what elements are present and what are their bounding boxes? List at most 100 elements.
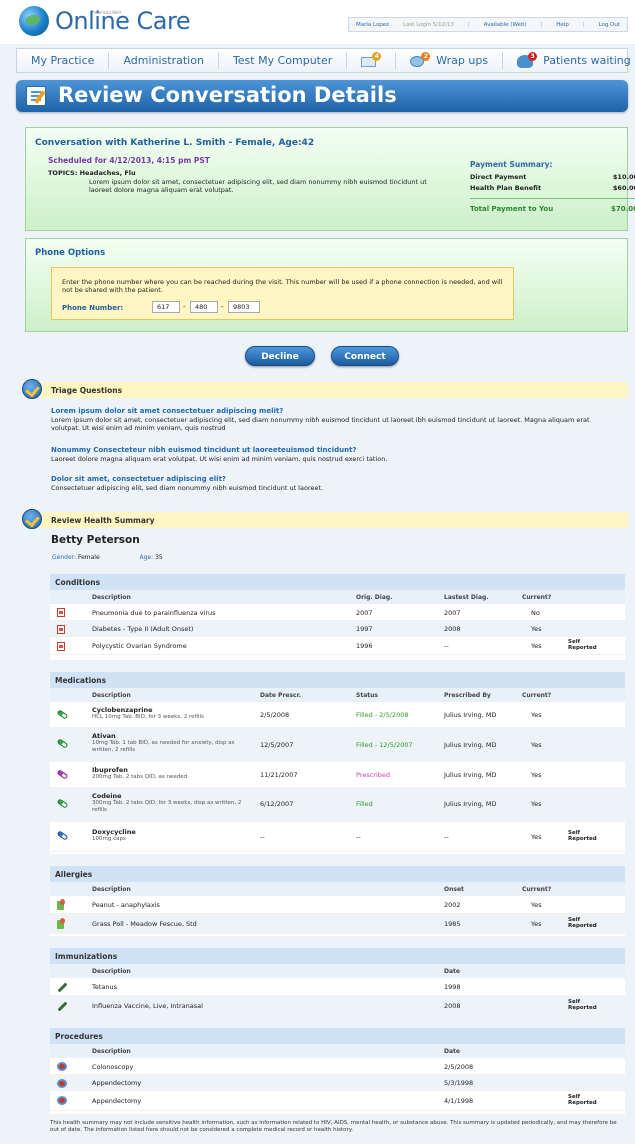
patient-name: Betty Peterson xyxy=(51,534,140,546)
triage-question-1: Lorem ipsum dolor sit amet consectetuer … xyxy=(51,407,590,432)
health-summary-header: Review Health Summary xyxy=(22,509,628,529)
user-name: Maria Lopez xyxy=(355,21,390,28)
direct-payment-label: Direct Payment xyxy=(470,173,527,181)
decline-button[interactable]: Decline xyxy=(245,346,315,366)
page-title: Review Conversation Details xyxy=(58,83,397,107)
phone-info-box: Enter the phone number where you can be … xyxy=(51,267,514,320)
review-notepad-icon xyxy=(26,86,46,106)
health-summary-disclaimer: This health summary may not include sens… xyxy=(50,1120,617,1133)
last-login: Last Login 5/12/13 xyxy=(402,21,454,28)
phone-number-label: Phone Number: xyxy=(62,304,124,312)
nav-administration[interactable]: Administration xyxy=(109,52,219,69)
health-plan-value: $60.00 xyxy=(612,184,635,192)
main-nav: My Practice Administration Test My Compu… xyxy=(16,48,631,73)
patient-demographics: Gender: Female Age: 35 xyxy=(52,554,163,561)
conditions-header: Description Orig. Diag. Lastest Diag. Cu… xyxy=(50,590,625,604)
chat-bubble-icon: 2 xyxy=(410,51,431,68)
checkmark-icon xyxy=(22,509,42,529)
table-row: Ativan 10mg Tab. 1 tab BID, as needed for… xyxy=(50,728,625,762)
allergies-title: Allergies xyxy=(50,866,625,882)
condition-record-icon xyxy=(57,608,65,617)
table-row: Diabetes - Type II (Adult Onset) 1997 20… xyxy=(50,621,625,637)
phone-area-input[interactable]: 617 xyxy=(152,301,180,313)
medications-title: Medications xyxy=(50,672,625,688)
table-row: Appendectomy 5/3/1998 xyxy=(50,1075,625,1091)
phone-instructions: Enter the phone number where you can be … xyxy=(62,278,503,294)
checkmark-icon xyxy=(22,379,42,399)
logout-link[interactable]: Log Out xyxy=(598,22,620,28)
conversation-panel: Conversation with Katherine L. Smith - F… xyxy=(25,127,635,231)
user-bar: Maria Lopez Last Login 5/12/13 | Availab… xyxy=(348,17,628,32)
phone-options-panel: Phone Options Enter the phone number whe… xyxy=(25,238,628,332)
page-title-bar: Review Conversation Details xyxy=(16,80,628,112)
syringe-icon xyxy=(57,1001,68,1012)
syringe-icon xyxy=(57,982,68,993)
table-row: Polycystic Ovarian Syndrome 1996 -- Yes … xyxy=(50,637,625,655)
conditions-panel: Conditions Description Orig. Diag. Laste… xyxy=(50,574,625,660)
connect-button[interactable]: Connect xyxy=(331,346,399,366)
payment-summary: Payment Summary: Direct Payment $10.00 He… xyxy=(470,160,635,213)
phone-prefix-input[interactable]: 480 xyxy=(190,301,218,313)
nav-my-practice[interactable]: My Practice xyxy=(17,52,110,69)
table-row: Influenza Vaccine, Live, Intranasal 2008… xyxy=(50,996,625,1016)
medications-header: Description Date Prescr. Status Prescrib… xyxy=(50,688,625,702)
immunizations-title: Immunizations xyxy=(50,948,625,964)
pill-icon xyxy=(56,709,69,720)
condition-record-icon xyxy=(57,625,65,634)
conversation-title: Conversation with Katherine L. Smith - F… xyxy=(35,138,315,148)
immunizations-panel: Immunizations Description Date Tetanus 1… xyxy=(50,948,625,1016)
help-link[interactable]: Help xyxy=(556,22,569,28)
conversation-description: Lorem ipsum dolor sit amet, consectetuer… xyxy=(89,178,427,194)
scheduled-time: Scheduled for 4/12/2013, 4:15 pm PST xyxy=(48,156,210,165)
table-row: Cyclobenzaprine HCL 10mg Tab. BID, for 3 … xyxy=(50,702,625,728)
procedures-title: Procedures xyxy=(50,1028,625,1044)
allergen-food-icon xyxy=(57,899,65,910)
triage-header: Triage Questions xyxy=(22,379,628,399)
globe-icon xyxy=(19,6,49,36)
total-payment-label: Total Payment to You xyxy=(470,205,554,213)
logo-tagline: American Well xyxy=(92,10,121,15)
table-row: Pneumonia due to parainfluenza virus 200… xyxy=(50,604,625,621)
table-row: Grass Poll - Meadow Fescue, Std 1985 Yes… xyxy=(50,914,625,934)
logo-text: Online Care xyxy=(55,7,191,35)
allergies-panel: Allergies Description Onset Current? Pea… xyxy=(50,866,625,936)
availability-link[interactable]: Available (Web) xyxy=(484,22,527,28)
divider xyxy=(470,198,635,199)
nav-test-computer[interactable]: Test My Computer xyxy=(219,52,348,69)
procedure-icon xyxy=(57,1096,67,1105)
procedures-panel: Procedures Description Date Colonoscopy … xyxy=(50,1028,625,1114)
topics: TOPICS: Headaches, Flu xyxy=(48,169,136,177)
health-plan-label: Health Plan Benefit xyxy=(470,184,542,192)
payment-title: Payment Summary: xyxy=(470,160,553,169)
medications-panel: Medications Description Date Prescr. Sta… xyxy=(50,672,625,854)
phone-line-input[interactable]: 9803 xyxy=(228,301,260,313)
condition-record-icon xyxy=(57,642,65,651)
table-row: Ibuprofen 200mg Tab. 2 tabs QID, as neede… xyxy=(50,762,625,788)
nav-messages[interactable]: 4 xyxy=(347,51,397,69)
triage-title: Triage Questions xyxy=(51,386,123,395)
nav-wrap-ups[interactable]: 2 Wrap ups xyxy=(396,51,504,69)
logo[interactable]: Online Care American Well xyxy=(19,6,191,36)
pill-icon xyxy=(56,769,69,780)
conditions-title: Conditions xyxy=(50,574,625,590)
table-row: Tetanus 1998 xyxy=(50,978,625,996)
nav-patients-waiting[interactable]: 3 Patients waiting xyxy=(503,51,635,69)
procedure-icon xyxy=(57,1079,67,1088)
allergies-header: Description Onset Current? xyxy=(50,882,625,896)
envelope-icon: 4 xyxy=(361,51,382,68)
pill-icon xyxy=(56,798,69,809)
health-summary-title: Review Health Summary xyxy=(51,516,155,525)
direct-payment-value: $10.00 xyxy=(612,173,635,181)
pill-icon xyxy=(56,830,69,841)
procedures-header: Description Date xyxy=(50,1044,625,1058)
procedure-icon xyxy=(57,1062,67,1071)
table-row: Appendectomy 4/1/1998 Self Reported xyxy=(50,1091,625,1111)
allergen-food-icon xyxy=(57,918,65,929)
triage-question-2: Nonummy Consecteteur nibh euismod tincid… xyxy=(51,446,388,463)
triage-question-3: Dolor sit amet, consectetuer adipiscing … xyxy=(51,475,324,492)
phone-options-title: Phone Options xyxy=(35,248,106,258)
table-row: Codeine 300mg Tab. 2 tabs QID, for 3 week… xyxy=(50,788,625,822)
pill-icon xyxy=(56,738,69,749)
table-row: Peanut - anaphylaxis 2002 Yes xyxy=(50,896,625,914)
header: Online Care American Well Maria Lopez La… xyxy=(0,0,635,44)
